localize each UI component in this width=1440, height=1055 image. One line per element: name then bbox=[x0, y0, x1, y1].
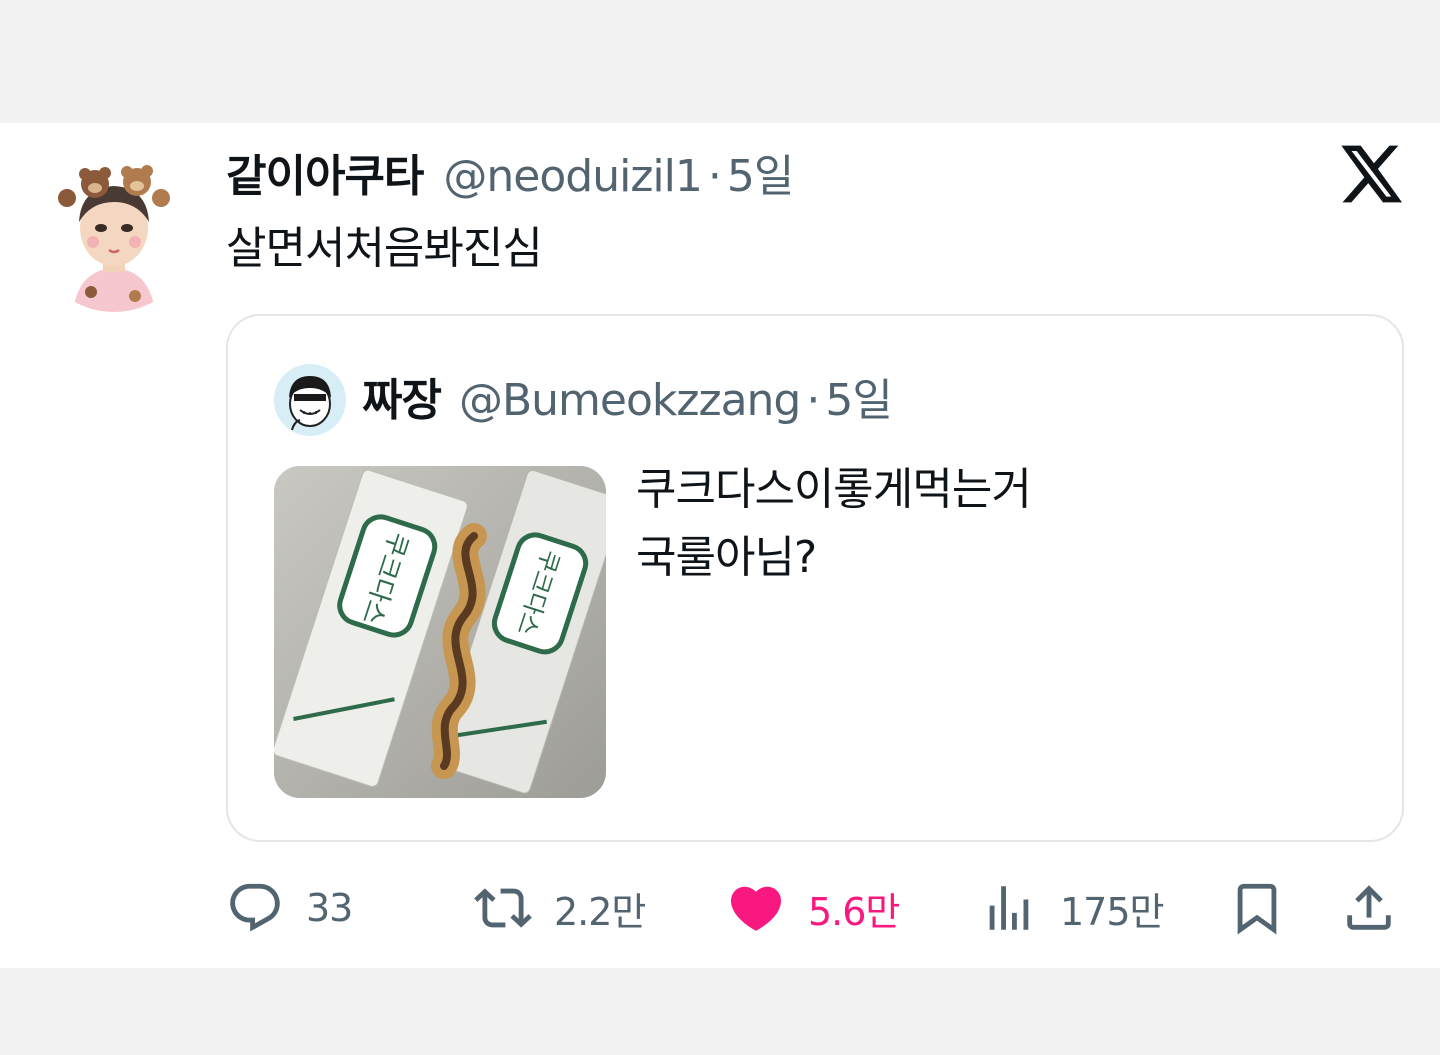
share-button[interactable] bbox=[1340, 872, 1398, 944]
quoted-tweet-photo[interactable]: 쿠크다스 쿠크다스 bbox=[274, 466, 606, 798]
share-icon bbox=[1347, 885, 1391, 930]
retweet-count: 2.2만 bbox=[554, 889, 646, 934]
x-logo-icon bbox=[1336, 140, 1404, 208]
like-button[interactable]: 5.6만 bbox=[726, 872, 900, 944]
bookmark-icon bbox=[1237, 883, 1277, 935]
quoted-author-handle[interactable]: @Bumeokzzang bbox=[459, 375, 801, 426]
top-background-band bbox=[0, 0, 1440, 123]
tweet-header: 같이아쿠타 @neoduizil1 · 5일 bbox=[226, 140, 794, 204]
reply-button[interactable]: 33 bbox=[226, 872, 353, 944]
like-count: 5.6만 bbox=[808, 889, 900, 934]
header-separator: · bbox=[707, 151, 722, 202]
views-count: 175만 bbox=[1060, 889, 1164, 934]
analytics-icon bbox=[989, 886, 1029, 930]
author-handle[interactable]: @neoduizil1 bbox=[443, 151, 702, 202]
reply-count: 33 bbox=[306, 886, 353, 930]
quoted-author-avatar[interactable] bbox=[274, 364, 346, 436]
quoted-avatar-illustration-icon bbox=[274, 364, 346, 436]
retweet-icon bbox=[474, 888, 532, 928]
quoted-tweet-text: 쿠크다스이롷게먹는거 국룰아님? bbox=[636, 456, 1356, 592]
tweet-action-bar: 33 2.2만 5.6만 175만 bbox=[226, 872, 1406, 944]
reply-icon bbox=[230, 883, 280, 932]
retweet-button[interactable]: 2.2만 bbox=[474, 872, 646, 944]
avatar-illustration-icon bbox=[33, 150, 195, 312]
author-avatar[interactable] bbox=[33, 150, 195, 312]
views-button[interactable]: 175만 bbox=[980, 872, 1164, 944]
quoted-tweet-text-line: 쿠크다스이롷게먹는거 bbox=[636, 464, 1032, 515]
author-display-name[interactable]: 같이아쿠타 bbox=[226, 140, 424, 204]
quoted-author-display-name[interactable]: 짜장 bbox=[362, 364, 442, 428]
quoted-tweet-header: 짜장 @Bumeokzzang · 5일 bbox=[362, 364, 893, 428]
quoted-tweet[interactable]: 짜장 @Bumeokzzang · 5일 쿠크다스 쿠크다스 쿠크다스이롷게먹는… bbox=[226, 314, 1404, 842]
bottom-background-band bbox=[0, 968, 1440, 1055]
tweet-text: 살면서처음봐진심 bbox=[226, 223, 543, 274]
quoted-tweet-timestamp[interactable]: 5일 bbox=[825, 364, 892, 428]
quoted-tweet-text-line: 국룰아님? bbox=[636, 532, 817, 583]
tweet-timestamp[interactable]: 5일 bbox=[727, 140, 794, 204]
heart-icon bbox=[730, 886, 782, 931]
photo-coffee-wafer-image: 쿠크다스 쿠크다스 bbox=[274, 466, 606, 798]
bookmark-button[interactable] bbox=[1228, 872, 1286, 944]
quoted-header-separator: · bbox=[806, 375, 820, 426]
